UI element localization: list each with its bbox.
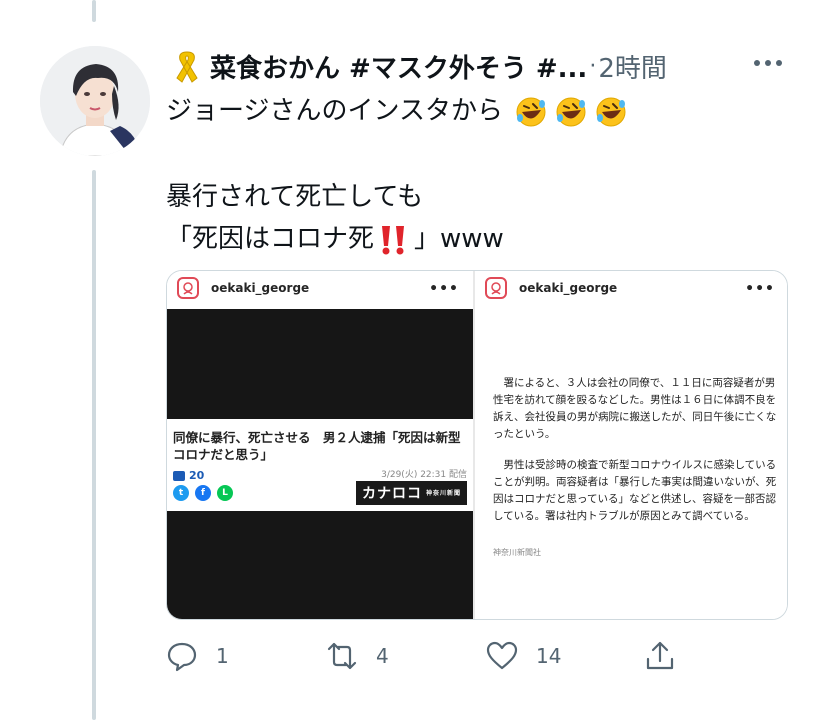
tweet-text-3b: 」www: [414, 224, 504, 254]
media-card[interactable]: oekaki_george ••• 同僚に暴行、死亡させる 男２人逮捕「死因は新…: [166, 270, 788, 620]
dark-band-top: [167, 309, 473, 419]
article-date: 3/29(火) 22:31 配信: [381, 470, 467, 480]
twitter-icon: t: [173, 485, 189, 501]
line-icon: L: [217, 485, 233, 501]
facebook-icon: f: [195, 485, 211, 501]
tweet-text-1: ジョージさんのインスタから: [166, 96, 503, 126]
comment-icon: [173, 470, 185, 481]
retweet-icon: [327, 642, 357, 670]
rolling-on-floor-laughing-icon: [556, 97, 586, 126]
news-headline: 同僚に暴行、死亡させる 男２人逮捕「死因は新型コロナだと思う」: [173, 430, 461, 462]
news-article-crop: 同僚に暴行、死亡させる 男２人逮捕「死因は新型コロナだと思う」 20 3/29(…: [167, 419, 473, 511]
ig-username-right: oekaki_george: [519, 281, 618, 295]
brand-sub: 神奈川新聞: [425, 489, 461, 497]
thread-line-top: [92, 0, 96, 22]
retweet-button[interactable]: 4: [326, 636, 389, 676]
like-count: 14: [536, 644, 562, 668]
article-source: 神奈川新聞社: [493, 548, 541, 557]
reply-button[interactable]: 1: [166, 636, 229, 676]
more-options-icon[interactable]: [754, 58, 784, 68]
media-image-right[interactable]: oekaki_george ••• 署によると、３人は会社の同僚で、１１日に両容…: [475, 271, 787, 619]
brand-logo: カナロコ 神奈川新聞: [355, 481, 467, 505]
share-icon: [646, 641, 674, 670]
rolling-on-floor-laughing-icon: [596, 97, 626, 126]
rolling-on-floor-laughing-icon: [516, 97, 546, 126]
retweet-count: 4: [376, 644, 389, 668]
double-exclamation-icon: [382, 225, 405, 254]
ig-username-left: oekaki_george: [211, 281, 310, 295]
media-image-left[interactable]: oekaki_george ••• 同僚に暴行、死亡させる 男２人逮捕「死因は新…: [167, 271, 473, 619]
like-button[interactable]: 14: [486, 636, 561, 676]
reply-icon: [167, 642, 197, 672]
comment-row: 20: [173, 469, 204, 482]
article-paragraph-2: 男性は受診時の検査で新型コロナウイルスに感染していることが判明。両容疑者は「暴行…: [493, 459, 777, 522]
avatar[interactable]: [40, 46, 150, 156]
thread-line-bottom: [92, 170, 96, 720]
emoji-group: [515, 96, 635, 128]
brand-name: カナロコ: [361, 486, 422, 502]
share-button[interactable]: [644, 636, 676, 676]
action-bar: 1 4 14: [166, 636, 706, 676]
dark-band-bottom: [167, 511, 473, 619]
tweet-text-line2: 暴行されて死亡しても: [166, 182, 424, 212]
tweet-header: 菜食おかん #マスク外そう #... · 2時間: [172, 44, 792, 88]
ig-header-right: oekaki_george •••: [475, 271, 787, 305]
ig-avatar-icon: [177, 277, 199, 299]
heart-icon: [486, 641, 518, 670]
timestamp[interactable]: 2時間: [598, 48, 667, 85]
article-paragraph-1: 署によると、３人は会社の同僚で、１１日に両容疑者が男性宅を訪れて顔を殴るなどした…: [493, 377, 777, 440]
comment-count: 20: [189, 469, 205, 482]
tweet-text-line1: ジョージさんのインスタから: [166, 90, 635, 128]
display-name[interactable]: 菜食おかん #マスク外そう #...: [210, 48, 587, 85]
ig-header-left: oekaki_george •••: [167, 271, 473, 305]
ig-more-icon-right: •••: [745, 281, 775, 297]
yellow-ribbon-icon: [176, 51, 198, 83]
ig-avatar-icon: [485, 277, 507, 299]
tweet-text-3a: 「死因はコロナ死: [166, 224, 375, 254]
reply-count: 1: [216, 644, 229, 668]
share-icons: t f L: [173, 485, 239, 501]
tweet-text-line3: 「死因はコロナ死 」www: [166, 218, 504, 256]
separator-dot: ·: [589, 53, 597, 79]
ig-more-icon-left: •••: [429, 281, 459, 297]
